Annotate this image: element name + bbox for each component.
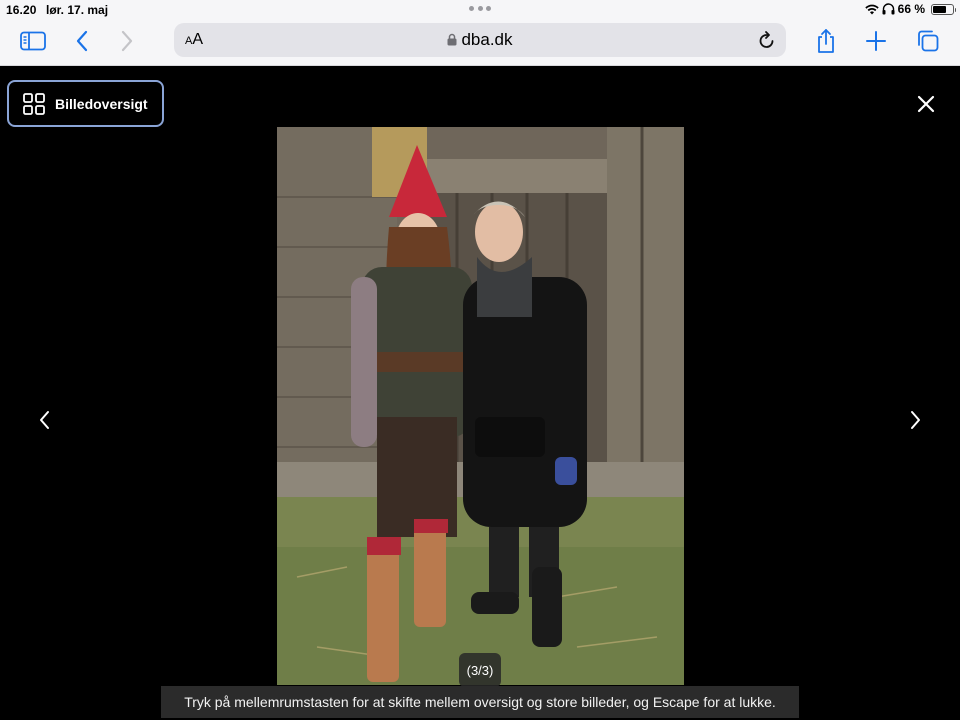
status-indicators: 66 %	[864, 2, 956, 16]
new-tab-button[interactable]	[861, 27, 891, 55]
sidebar-button[interactable]	[18, 27, 48, 55]
grid-icon	[23, 92, 45, 115]
keyboard-hint: Tryk på mellemrumstasten for at skifte m…	[161, 686, 799, 718]
reload-button[interactable]	[756, 28, 778, 52]
close-viewer-button[interactable]	[912, 90, 940, 118]
status-date: lør. 17. maj	[46, 3, 109, 17]
overview-label: Billedoversigt	[55, 95, 148, 112]
lock-icon	[447, 33, 457, 46]
battery-level	[933, 5, 946, 13]
image-overview-button[interactable]: Billedoversigt	[7, 80, 164, 127]
status-time: 16.20	[6, 3, 37, 17]
share-button[interactable]	[811, 27, 841, 55]
address-bar[interactable]: AA dba.dk	[174, 23, 786, 57]
photo-illustration	[277, 127, 684, 685]
image-counter: (3/3)	[459, 653, 501, 687]
forward-button[interactable]	[112, 27, 142, 55]
url-display[interactable]: dba.dk	[174, 30, 786, 50]
tabs-icon	[918, 30, 939, 52]
tabs-overview-button[interactable]	[913, 27, 943, 55]
wifi-icon	[864, 4, 879, 14]
headphones-icon	[882, 3, 895, 15]
back-button[interactable]	[67, 27, 97, 55]
next-image-button[interactable]	[903, 405, 927, 435]
gallery-photo[interactable]	[277, 127, 684, 685]
browser-toolbar: AA dba.dk	[0, 20, 960, 66]
previous-image-button[interactable]	[33, 405, 57, 435]
sidebar-icon	[20, 31, 46, 51]
next-arrow-icon	[911, 411, 920, 429]
battery-percentage: 66 %	[897, 2, 925, 16]
close-icon	[917, 95, 935, 113]
multitasking-dots[interactable]	[469, 4, 491, 12]
forward-icon	[121, 30, 133, 52]
share-icon	[818, 29, 834, 53]
status-bar: 16.20 lør. 17. maj 66 %	[0, 0, 960, 20]
prev-arrow-icon	[40, 411, 49, 429]
battery-icon	[931, 3, 956, 15]
back-icon	[76, 30, 88, 52]
plus-icon	[866, 31, 886, 51]
reload-icon	[759, 31, 774, 48]
url-text: dba.dk	[461, 30, 513, 49]
